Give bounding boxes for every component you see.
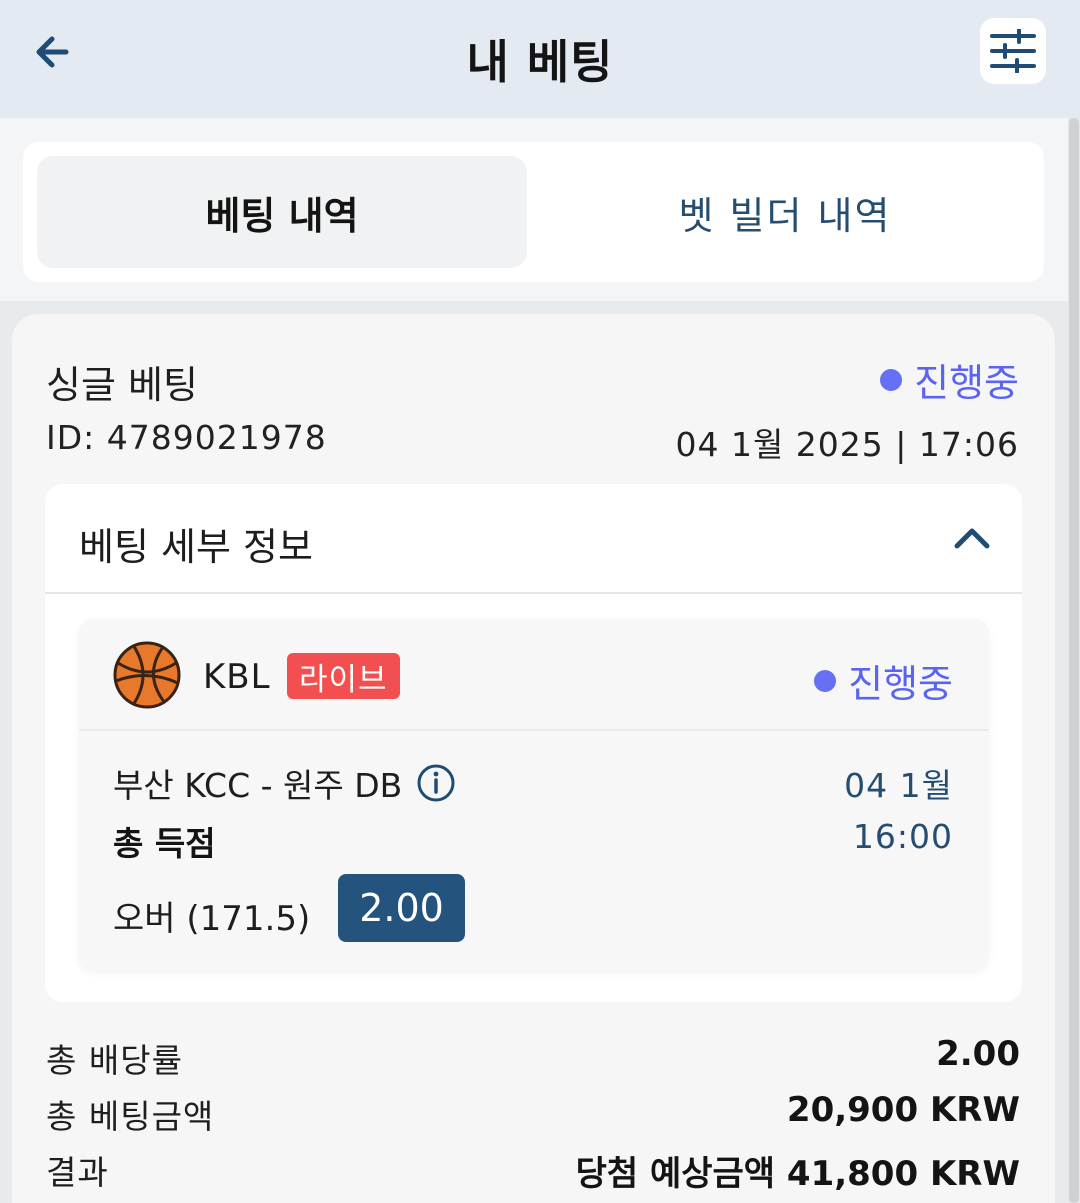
bet-status-label: 진행중 — [914, 361, 1019, 405]
chevron-up-icon[interactable] — [952, 522, 992, 552]
arrow-left-icon — [36, 36, 69, 68]
match-row: 부산 KCC - 원주 DB — [113, 759, 456, 807]
tabs-area: 베팅 내역 벳 빌더 내역 — [0, 118, 1068, 301]
info-icon[interactable] — [416, 763, 456, 803]
total-odds-label: 총 배당률 — [46, 1041, 183, 1080]
basketball-icon — [113, 641, 181, 709]
app-header: 내 베팅 — [0, 0, 1080, 118]
total-odds-value: 2.00 — [936, 1034, 1020, 1074]
bet-details-panel: 베팅 세부 정보 KBL 라이브 진행중 부산 KCC - 원주 DB 04 1… — [45, 484, 1022, 1002]
total-stake-value: 20,900 KRW — [786, 1090, 1020, 1130]
tab-bet-history[interactable]: 베팅 내역 — [37, 156, 527, 268]
match-name: 부산 KCC - 원주 DB — [113, 766, 403, 805]
bet-details-title: 베팅 세부 정보 — [79, 525, 313, 569]
scrollbar-thumb[interactable] — [1069, 118, 1079, 1203]
result-label: 결과 — [46, 1153, 109, 1192]
bet-card: 싱글 베팅 진행중 ID: 4789021978 04 1월 2025 | 17… — [12, 314, 1055, 1203]
live-badge: 라이브 — [287, 653, 400, 699]
selection-header: KBL 라이브 진행중 — [79, 619, 989, 731]
market-name: 총 득점 — [113, 824, 216, 863]
selection-status: 진행중 — [814, 653, 953, 708]
bet-details-header[interactable]: 베팅 세부 정보 — [45, 484, 1022, 594]
page-title: 내 베팅 — [466, 35, 614, 89]
tab-bet-builder-history[interactable]: 벳 빌더 내역 — [537, 156, 1033, 268]
bet-status: 진행중 — [880, 352, 1019, 407]
match-time: 16:00 — [852, 817, 953, 856]
result-value: 당첨 예상금액 41,800 KRW — [575, 1154, 1020, 1194]
match-date: 04 1월 — [844, 766, 953, 805]
status-dot-icon — [814, 669, 837, 692]
total-stake-label: 총 베팅금액 — [46, 1097, 215, 1136]
pick-label: 오버 (171.5) — [113, 899, 311, 939]
filter-button[interactable] — [980, 18, 1046, 84]
sliders-icon — [990, 29, 1036, 73]
tab-bar: 베팅 내역 벳 빌더 내역 — [23, 142, 1044, 282]
back-button[interactable] — [28, 28, 76, 76]
bet-id: ID: 4789021978 — [46, 418, 327, 457]
league-name: KBL — [203, 657, 271, 697]
odds-badge[interactable]: 2.00 — [338, 874, 465, 942]
status-dot-icon — [880, 368, 903, 391]
bet-datetime: 04 1월 2025 | 17:06 — [675, 425, 1019, 464]
selection-status-label: 진행중 — [848, 662, 953, 706]
selection-card: KBL 라이브 진행중 부산 KCC - 원주 DB 04 1월 총 득점 16… — [79, 619, 989, 971]
bet-type: 싱글 베팅 — [46, 363, 198, 407]
scrollbar[interactable] — [1068, 118, 1080, 1203]
